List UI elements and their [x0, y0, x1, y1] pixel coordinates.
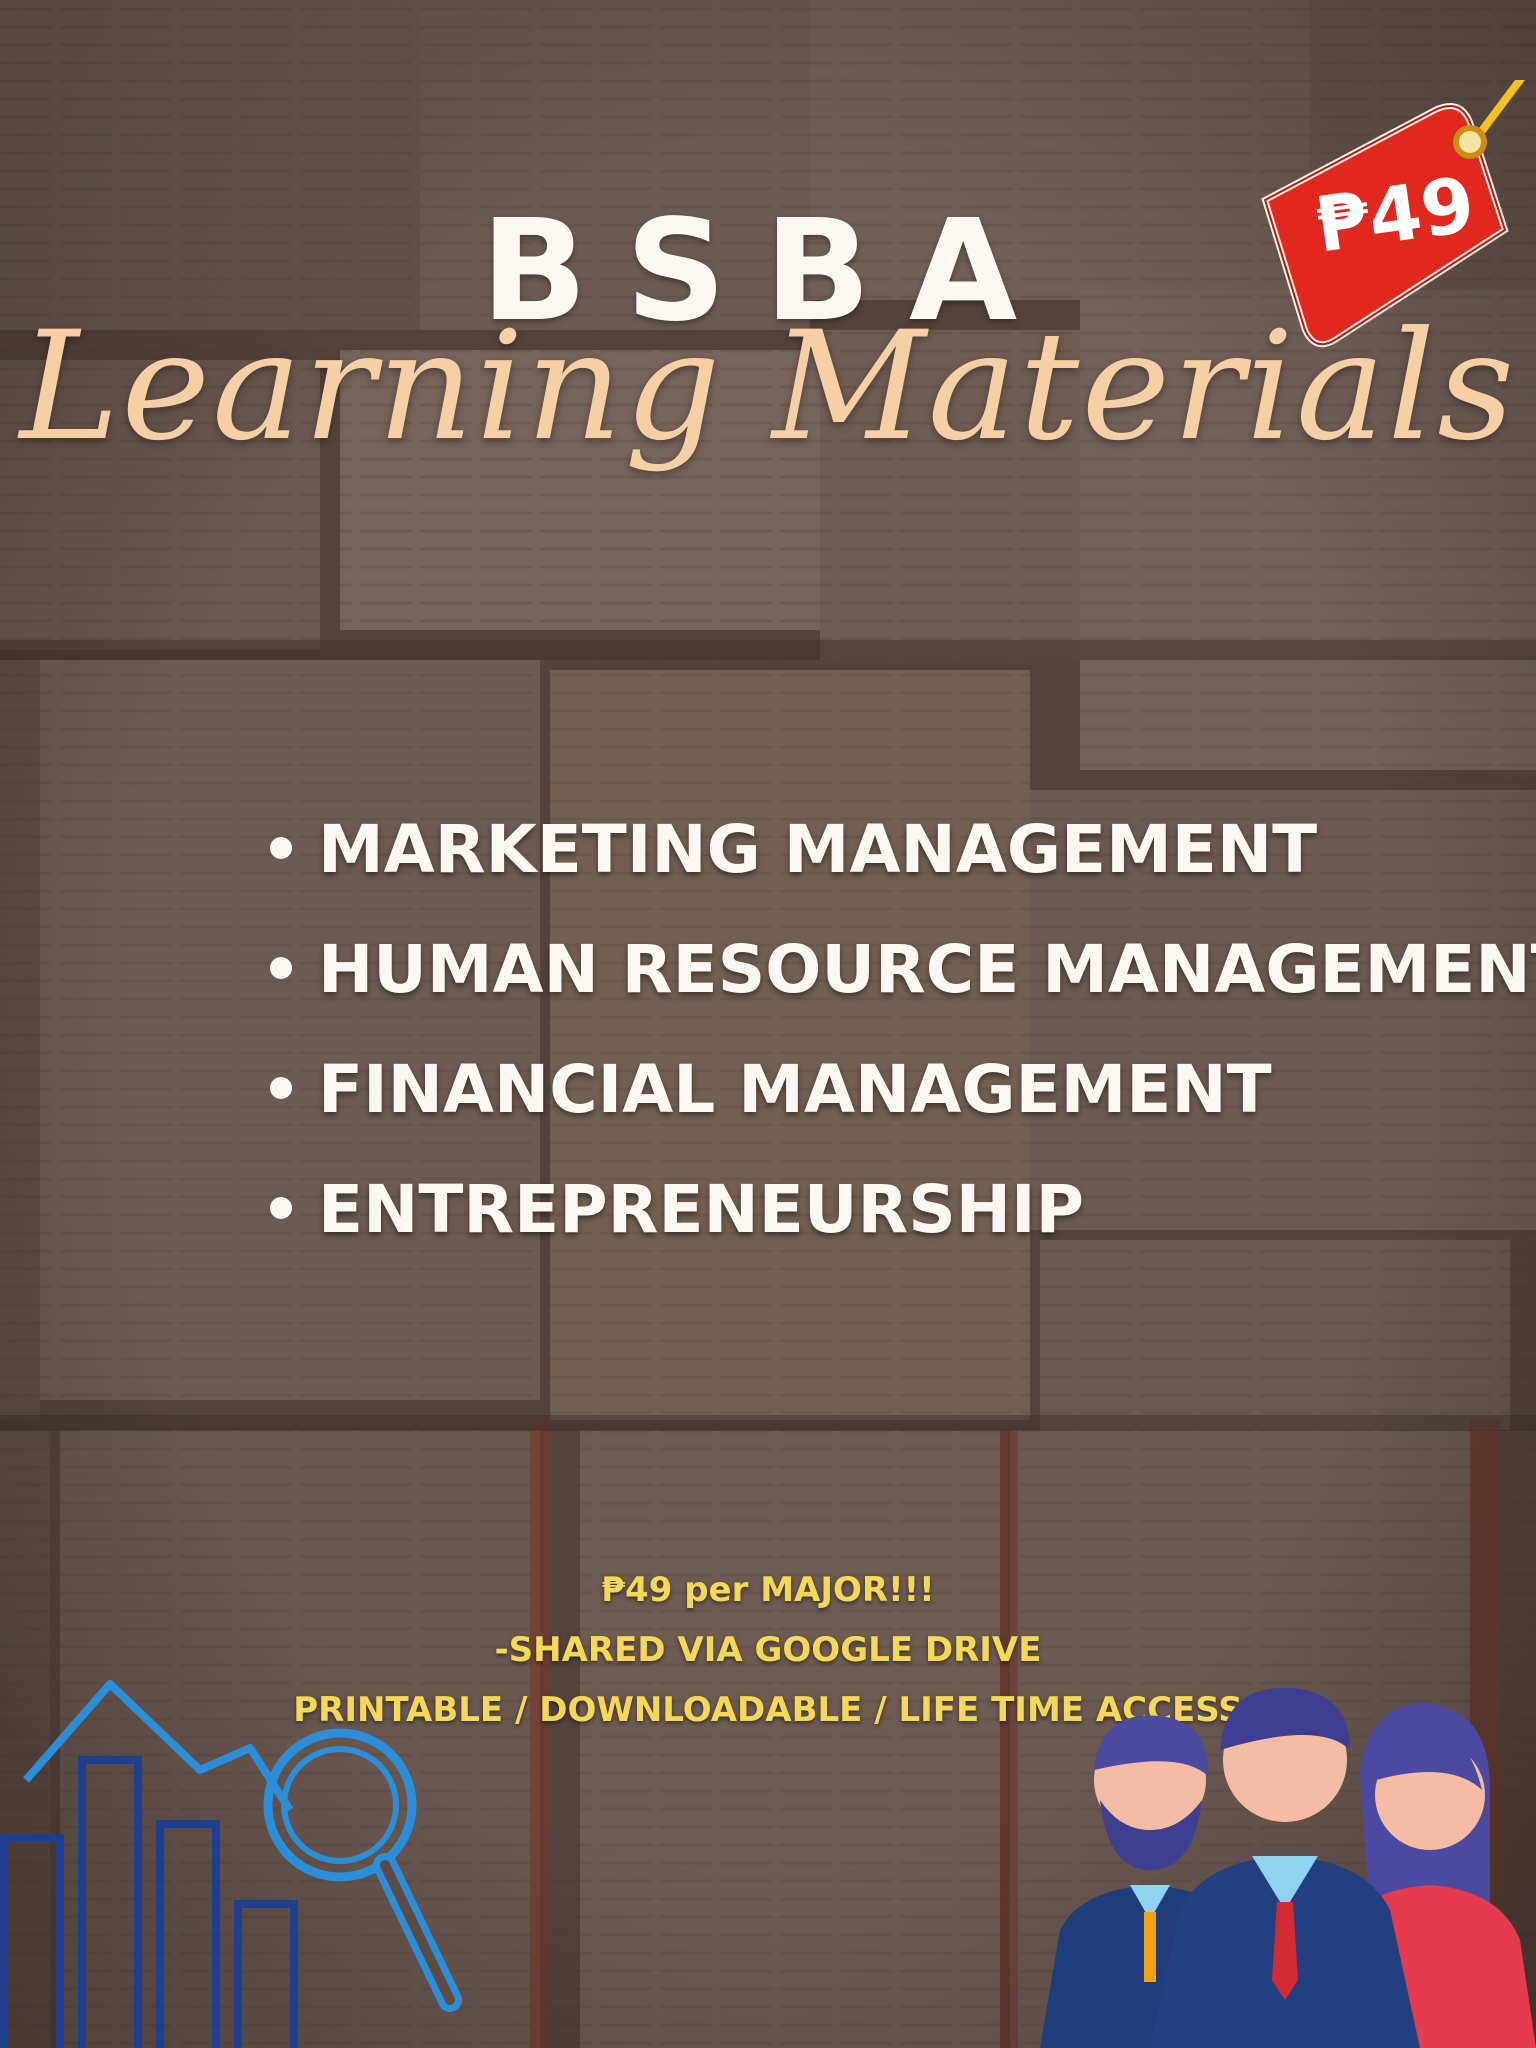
majors-list: MARKETING MANAGEMENT HUMAN RESOURCE MANA… [270, 790, 1536, 1270]
bullet-icon [270, 1196, 292, 1219]
page-subtitle: Learning Materials [19, 300, 1517, 474]
bullet-icon [270, 836, 292, 859]
list-item: FINANCIAL MANAGEMENT [270, 1030, 1536, 1150]
bullet-icon [270, 1076, 292, 1099]
major-label: ENTREPRENEURSHIP [318, 1171, 1084, 1248]
major-label: FINANCIAL MANAGEMENT [318, 1051, 1272, 1128]
major-label: HUMAN RESOURCE MANAGEMENT [318, 931, 1536, 1008]
major-label: MARKETING MANAGEMENT [318, 811, 1318, 888]
list-item: ENTREPRENEURSHIP [270, 1150, 1536, 1270]
price-per-major: ₱49 per MAJOR!!! [601, 1570, 935, 1610]
list-item: MARKETING MANAGEMENT [270, 790, 1536, 910]
business-growth-chart-magnifier-icon [0, 1680, 462, 2048]
list-item: HUMAN RESOURCE MANAGEMENT [270, 910, 1536, 1030]
bullet-icon [270, 956, 292, 979]
business-people-team-icon [1040, 1687, 1536, 2048]
